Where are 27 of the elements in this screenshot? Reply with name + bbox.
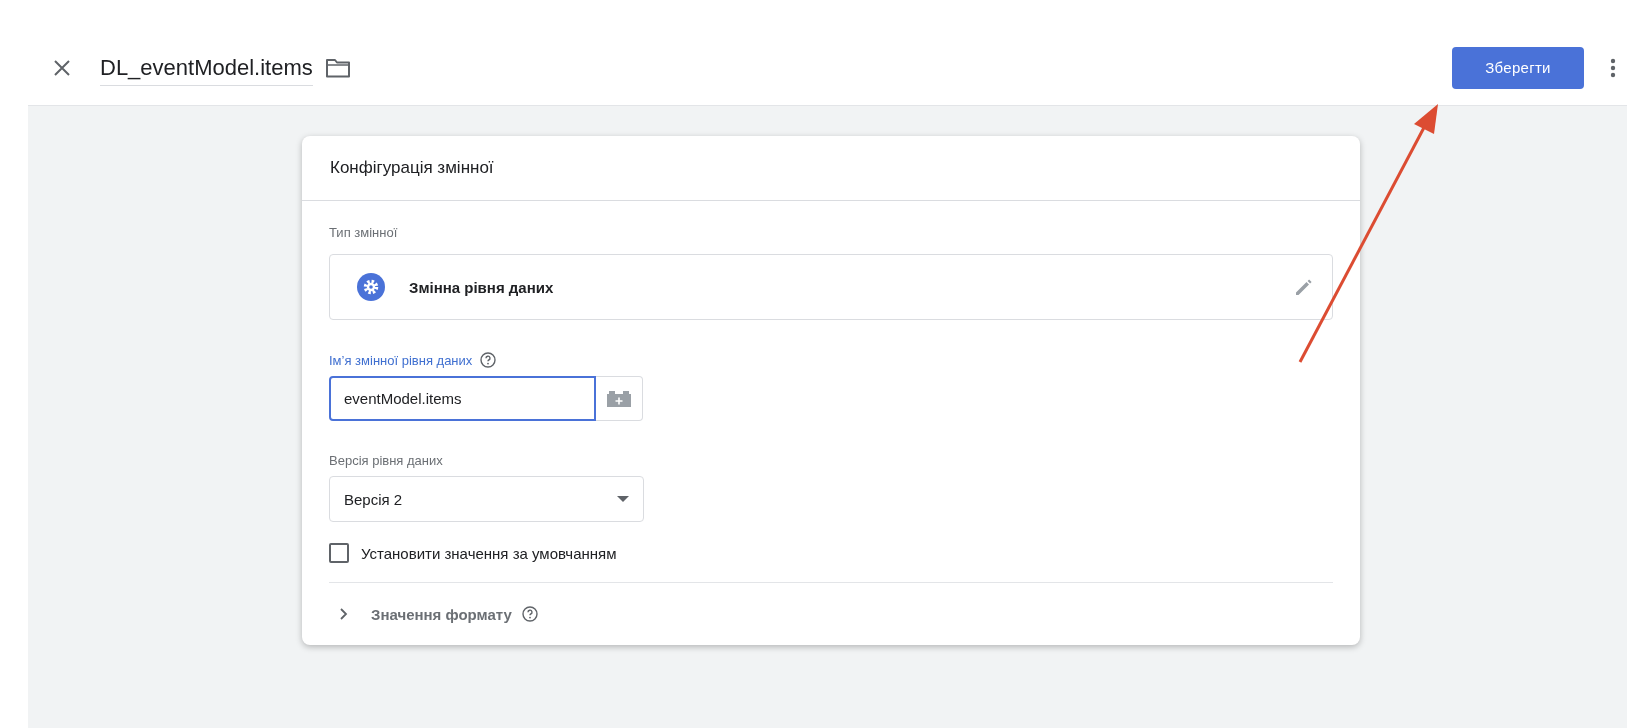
field-label: Версія рівня даних bbox=[329, 453, 444, 468]
edit-button[interactable] bbox=[1294, 277, 1314, 297]
pencil-icon bbox=[1294, 277, 1314, 297]
brick-plus-icon bbox=[606, 389, 632, 408]
variable-name-title[interactable]: DL_eventModel.items bbox=[100, 55, 313, 86]
variable-type-panel[interactable]: Змінна рівня даних bbox=[329, 254, 1333, 320]
save-button[interactable]: Зберегти bbox=[1452, 46, 1584, 89]
folder-button[interactable] bbox=[324, 57, 351, 78]
insert-variable-button[interactable] bbox=[596, 376, 643, 421]
variable-name-field[interactable]: eventModel.items bbox=[329, 376, 596, 421]
more-icon bbox=[1610, 57, 1616, 78]
gear-icon bbox=[357, 273, 385, 301]
checkbox-label[interactable]: Установити значення за умовчанням bbox=[361, 544, 617, 562]
variable-type-name: Змінна рівня даних bbox=[409, 278, 555, 296]
version-dropdown[interactable]: Версія 2 bbox=[329, 476, 644, 522]
chevron-icon bbox=[339, 607, 349, 621]
dropdown-caret-icon bbox=[617, 496, 629, 502]
format-section-toggle[interactable]: Значення формату bbox=[339, 605, 512, 623]
variable-type-label: Тип змінної bbox=[329, 225, 399, 240]
help-icon[interactable] bbox=[521, 606, 538, 622]
field-label: Ім’я змінної рівня даних bbox=[329, 352, 473, 368]
help-icon[interactable] bbox=[480, 352, 497, 368]
checkbox[interactable] bbox=[329, 543, 349, 563]
folder-icon bbox=[324, 57, 351, 78]
close-icon bbox=[53, 58, 71, 77]
card-title: Конфігурація змінної bbox=[330, 158, 494, 178]
more-menu-button[interactable] bbox=[1610, 57, 1616, 78]
